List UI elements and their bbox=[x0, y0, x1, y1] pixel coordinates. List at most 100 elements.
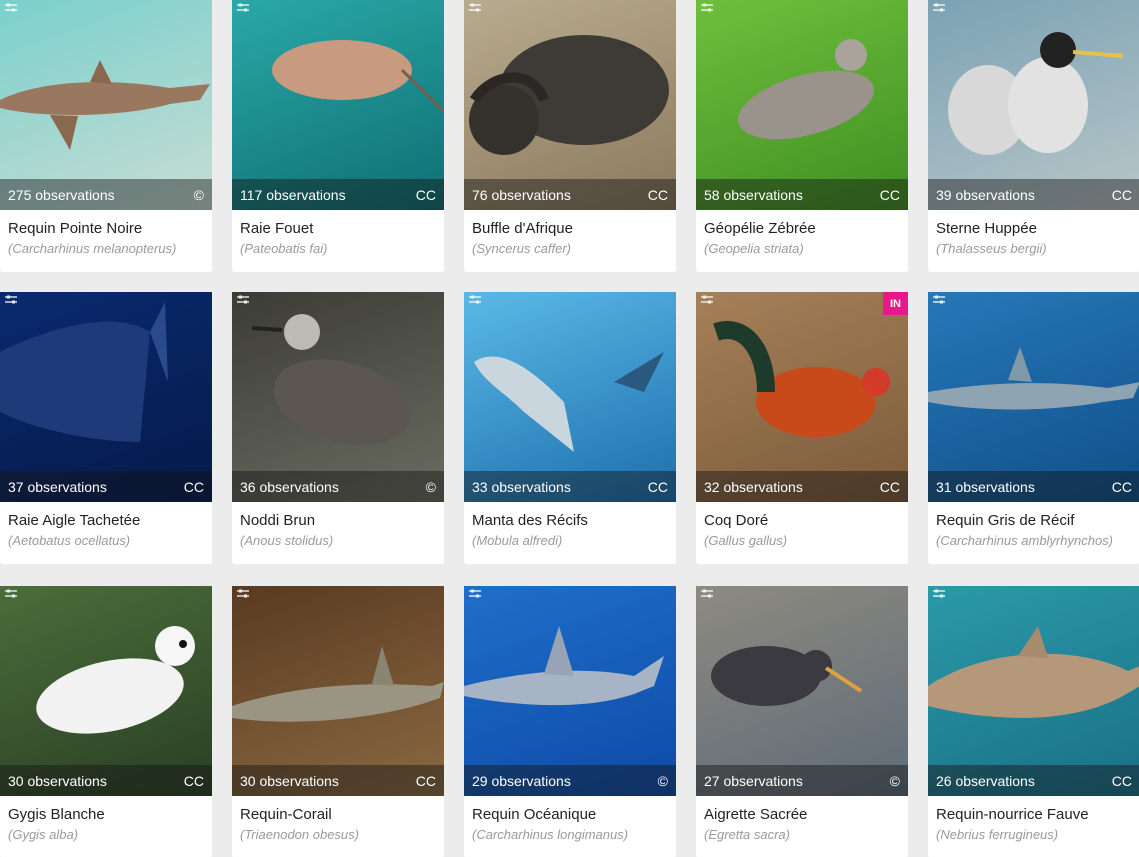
sliders-icon[interactable] bbox=[236, 588, 250, 600]
species-photo[interactable]: 117 observations CC bbox=[232, 0, 444, 210]
observation-count: 27 observations bbox=[704, 772, 803, 789]
species-card[interactable]: 31 observations CC Requin Gris de Récif (Ca… bbox=[928, 292, 1139, 564]
species-card[interactable]: 76 observations CC Buffle d'Afrique (Syncer… bbox=[464, 0, 676, 272]
card-info: Manta des Récifs (Mobula alfredi) bbox=[464, 502, 676, 564]
observation-count: 275 observations bbox=[8, 186, 115, 203]
species-card[interactable]: 26 observations CC Requin-nourrice Fauve (N… bbox=[928, 586, 1139, 857]
species-common-name[interactable]: Manta des Récifs bbox=[472, 511, 668, 531]
species-photo[interactable]: 29 observations © bbox=[464, 586, 676, 796]
sliders-icon[interactable] bbox=[4, 2, 18, 14]
species-card[interactable]: 33 observations CC Manta des Récifs (Mobula… bbox=[464, 292, 676, 564]
license-label[interactable]: CC bbox=[648, 479, 668, 495]
photo-overlay: 36 observations © bbox=[232, 471, 444, 502]
sliders-icon[interactable] bbox=[468, 588, 482, 600]
species-photo[interactable]: 33 observations CC bbox=[464, 292, 676, 502]
license-label[interactable]: CC bbox=[880, 479, 900, 495]
species-card[interactable]: 30 observations CC Gygis Blanche (Gygis alb… bbox=[0, 586, 212, 857]
species-common-name[interactable]: Aigrette Sacrée bbox=[704, 805, 900, 825]
species-common-name[interactable]: Buffle d'Afrique bbox=[472, 219, 668, 239]
species-common-name[interactable]: Raie Aigle Tachetée bbox=[8, 511, 204, 531]
sliders-icon[interactable] bbox=[236, 2, 250, 14]
card-info: Sterne Huppée (Thalasseus bergii) bbox=[928, 210, 1139, 272]
sliders-icon[interactable] bbox=[4, 294, 18, 306]
license-label[interactable]: © bbox=[194, 187, 204, 203]
sliders-icon[interactable] bbox=[932, 588, 946, 600]
species-card[interactable]: 36 observations © Noddi Brun (Anous stolidu… bbox=[232, 292, 444, 564]
license-label[interactable]: CC bbox=[184, 479, 204, 495]
species-card[interactable]: IN 32 observations CC Coq Doré (Gallus gallu… bbox=[696, 292, 908, 564]
observation-count: 30 observations bbox=[240, 772, 339, 789]
species-common-name[interactable]: Gygis Blanche bbox=[8, 805, 204, 825]
species-card[interactable]: 29 observations © Requin Océanique (Carchar… bbox=[464, 586, 676, 857]
species-common-name[interactable]: Sterne Huppée bbox=[936, 219, 1132, 239]
species-scientific-name: (Carcharhinus longimanus) bbox=[472, 827, 629, 842]
species-photo[interactable]: 275 observations © bbox=[0, 0, 212, 210]
license-label[interactable]: CC bbox=[1112, 479, 1132, 495]
license-label[interactable]: CC bbox=[880, 187, 900, 203]
photo-overlay: 117 observations CC bbox=[232, 179, 444, 210]
species-common-name[interactable]: Noddi Brun bbox=[240, 511, 436, 531]
observation-count: 30 observations bbox=[8, 772, 107, 789]
license-label[interactable]: CC bbox=[416, 773, 436, 789]
species-card[interactable]: 275 observations © Requin Pointe Noire (Car… bbox=[0, 0, 212, 272]
species-photo[interactable]: IN 32 observations CC bbox=[696, 292, 908, 502]
species-photo[interactable]: 30 observations CC bbox=[232, 586, 444, 796]
license-label[interactable]: CC bbox=[1112, 187, 1132, 203]
species-photo[interactable]: 36 observations © bbox=[232, 292, 444, 502]
sliders-icon[interactable] bbox=[4, 588, 18, 600]
species-common-name[interactable]: Requin-Corail bbox=[240, 805, 436, 825]
photo-overlay: 30 observations CC bbox=[0, 765, 212, 796]
sliders-icon[interactable] bbox=[468, 294, 482, 306]
license-label[interactable]: CC bbox=[184, 773, 204, 789]
license-label[interactable]: CC bbox=[416, 187, 436, 203]
species-common-name[interactable]: Requin-nourrice Fauve bbox=[936, 805, 1132, 825]
species-common-name[interactable]: Requin Pointe Noire bbox=[8, 219, 204, 239]
photo-overlay: 39 observations CC bbox=[928, 179, 1139, 210]
sliders-icon[interactable] bbox=[468, 2, 482, 14]
observation-count: 33 observations bbox=[472, 478, 571, 495]
species-card[interactable]: 27 observations © Aigrette Sacrée (Egretta … bbox=[696, 586, 908, 857]
species-card[interactable]: 58 observations CC Géopélie Zébrée (Geopeli… bbox=[696, 0, 908, 272]
license-label[interactable]: © bbox=[658, 773, 668, 789]
species-grid: 275 observations © Requin Pointe Noire (Car… bbox=[0, 0, 1139, 857]
species-common-name[interactable]: Requin Gris de Récif bbox=[936, 511, 1132, 531]
sliders-icon[interactable] bbox=[700, 2, 714, 14]
license-label[interactable]: CC bbox=[648, 187, 668, 203]
species-scientific-name: (Carcharhinus melanopterus) bbox=[8, 241, 177, 256]
card-info: Requin-Corail (Triaenodon obesus) bbox=[232, 796, 444, 857]
card-info: Requin Pointe Noire (Carcharhinus melanop… bbox=[0, 210, 212, 272]
species-photo[interactable]: 39 observations CC bbox=[928, 0, 1139, 210]
species-photo[interactable]: 37 observations CC bbox=[0, 292, 212, 502]
species-common-name[interactable]: Requin Océanique bbox=[472, 805, 668, 825]
species-photo[interactable]: 26 observations CC bbox=[928, 586, 1139, 796]
species-common-name[interactable]: Raie Fouet bbox=[240, 219, 436, 239]
sliders-icon[interactable] bbox=[932, 294, 946, 306]
observation-count: 76 observations bbox=[472, 186, 571, 203]
observation-count: 31 observations bbox=[936, 478, 1035, 495]
sliders-icon[interactable] bbox=[700, 294, 714, 306]
species-common-name[interactable]: Coq Doré bbox=[704, 511, 900, 531]
sliders-icon[interactable] bbox=[236, 294, 250, 306]
photo-overlay: 30 observations CC bbox=[232, 765, 444, 796]
sliders-icon[interactable] bbox=[932, 2, 946, 14]
card-info: Gygis Blanche (Gygis alba) bbox=[0, 796, 212, 857]
license-label[interactable]: CC bbox=[1112, 773, 1132, 789]
sliders-icon[interactable] bbox=[700, 588, 714, 600]
license-label[interactable]: © bbox=[426, 479, 436, 495]
species-card[interactable]: 37 observations CC Raie Aigle Tachetée (Aet… bbox=[0, 292, 212, 564]
species-photo[interactable]: 31 observations CC bbox=[928, 292, 1139, 502]
species-photo[interactable]: 30 observations CC bbox=[0, 586, 212, 796]
species-photo[interactable]: 76 observations CC bbox=[464, 0, 676, 210]
species-scientific-name: (Gallus gallus) bbox=[704, 533, 788, 548]
card-info: Raie Aigle Tachetée (Aetobatus ocellatus) bbox=[0, 502, 212, 564]
species-photo[interactable]: 27 observations © bbox=[696, 586, 908, 796]
species-common-name[interactable]: Géopélie Zébrée bbox=[704, 219, 900, 239]
species-photo[interactable]: 58 observations CC bbox=[696, 0, 908, 210]
species-card[interactable]: 117 observations CC Raie Fouet (Pateobatis … bbox=[232, 0, 444, 272]
photo-overlay: 31 observations CC bbox=[928, 471, 1139, 502]
species-card[interactable]: 30 observations CC Requin-Corail (Triaenodo… bbox=[232, 586, 444, 857]
species-scientific-name: (Pateobatis fai) bbox=[240, 241, 328, 256]
license-label[interactable]: © bbox=[890, 773, 900, 789]
species-card[interactable]: 39 observations CC Sterne Huppée (Thalasseu… bbox=[928, 0, 1139, 272]
card-info: Requin Océanique (Carcharhinus longimanus… bbox=[464, 796, 676, 857]
